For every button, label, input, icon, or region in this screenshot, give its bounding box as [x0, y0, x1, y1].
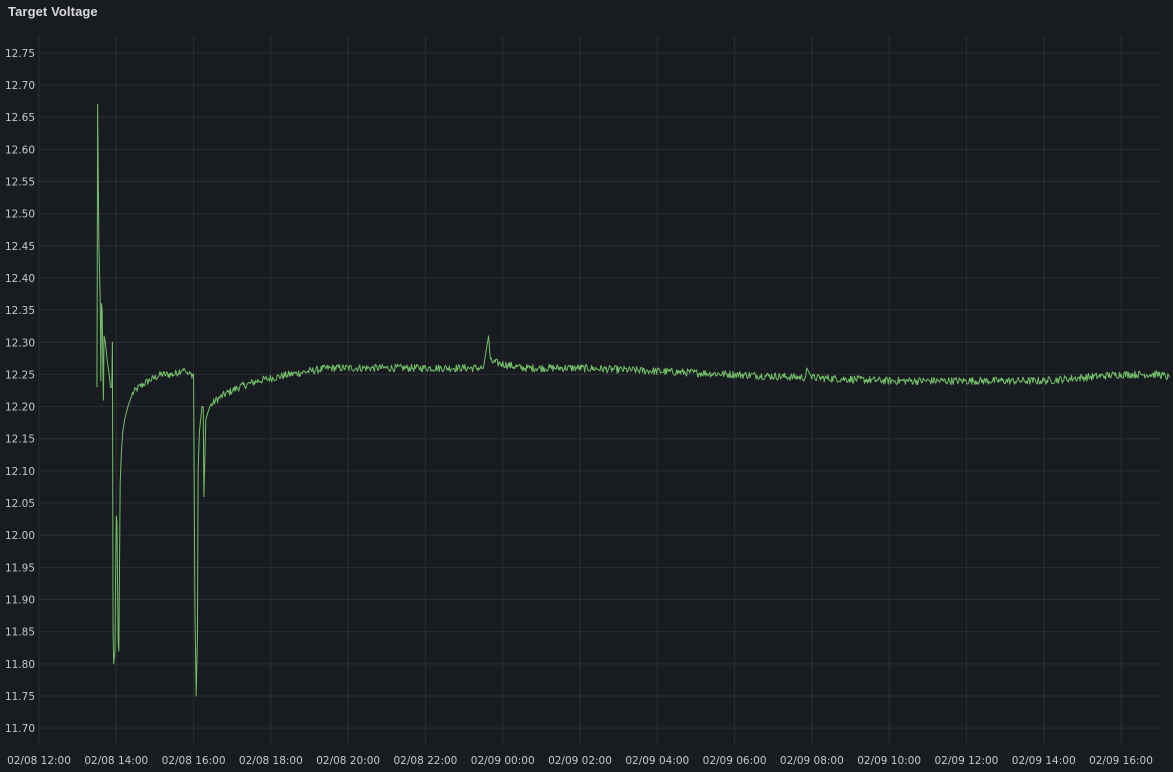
y-tick-label: 11.90 [5, 595, 35, 607]
series-layer[interactable] [96, 103, 1170, 697]
chart-svg: 11.70 11.75 11.80 11.85 11.90 11.95 12.00 12.05… [5, 36, 1170, 767]
y-tick-label: 11.80 [5, 659, 35, 671]
y-tick-label: 11.95 [5, 562, 35, 574]
y-tick-label: 12.75 [5, 48, 35, 60]
x-tick-label: 02/08 18:00 [239, 755, 303, 767]
chart-panel: 11.70 11.75 11.80 11.85 11.90 11.95 12.00 12.05… [0, 0, 1173, 772]
y-tick-label: 12.05 [5, 498, 35, 510]
y-tick-label: 12.10 [5, 466, 35, 478]
y-tick-label: 12.30 [5, 337, 35, 349]
x-tick-label: 02/09 16:00 [1089, 755, 1153, 767]
y-tick-label: 12.50 [5, 209, 35, 221]
x-tick-label: 02/08 22:00 [393, 755, 457, 767]
y-tick-label: 12.15 [5, 434, 35, 446]
y-tick-label: 12.60 [5, 144, 35, 156]
x-tick-label: 02/09 08:00 [780, 755, 844, 767]
y-tick-label: 12.45 [5, 241, 35, 253]
x-axis-tick-labels: 02/08 12:00 02/08 14:00 02/08 16:00 02/08 1… [7, 755, 1153, 767]
y-tick-label: 12.65 [5, 112, 35, 124]
panel-header[interactable]: Target Voltage [0, 0, 1173, 28]
y-tick-label: 12.35 [5, 305, 35, 317]
y-tick-label: 12.70 [5, 80, 35, 92]
series-line-0[interactable] [96, 103, 1170, 697]
y-axis-tick-labels: 11.70 11.75 11.80 11.85 11.90 11.95 12.00 12.05… [5, 48, 35, 735]
x-tick-label: 02/09 10:00 [857, 755, 921, 767]
y-tick-label: 12.20 [5, 402, 35, 414]
x-tick-label: 02/09 04:00 [625, 755, 689, 767]
y-tick-label: 12.55 [5, 176, 35, 188]
y-tick-label: 11.75 [5, 691, 35, 703]
x-gridlines [38, 36, 1122, 746]
y-tick-label: 12.40 [5, 273, 35, 285]
y-tick-label: 11.70 [5, 723, 35, 735]
x-tick-label: 02/09 12:00 [934, 755, 998, 767]
panel-title[interactable]: Target Voltage [8, 4, 98, 19]
y-tick-label: 12.25 [5, 369, 35, 381]
x-tick-label: 02/08 12:00 [7, 755, 71, 767]
x-tick-label: 02/09 00:00 [471, 755, 535, 767]
x-tick-label: 02/08 14:00 [84, 755, 148, 767]
y-tick-label: 12.00 [5, 530, 35, 542]
x-tick-label: 02/09 14:00 [1012, 755, 1076, 767]
y-tick-label: 11.85 [5, 627, 35, 639]
x-tick-label: 02/08 16:00 [162, 755, 226, 767]
x-tick-label: 02/09 02:00 [548, 755, 612, 767]
y-gridlines [39, 52, 1160, 729]
x-tick-label: 02/08 20:00 [316, 755, 380, 767]
x-tick-label: 02/09 06:00 [703, 755, 767, 767]
